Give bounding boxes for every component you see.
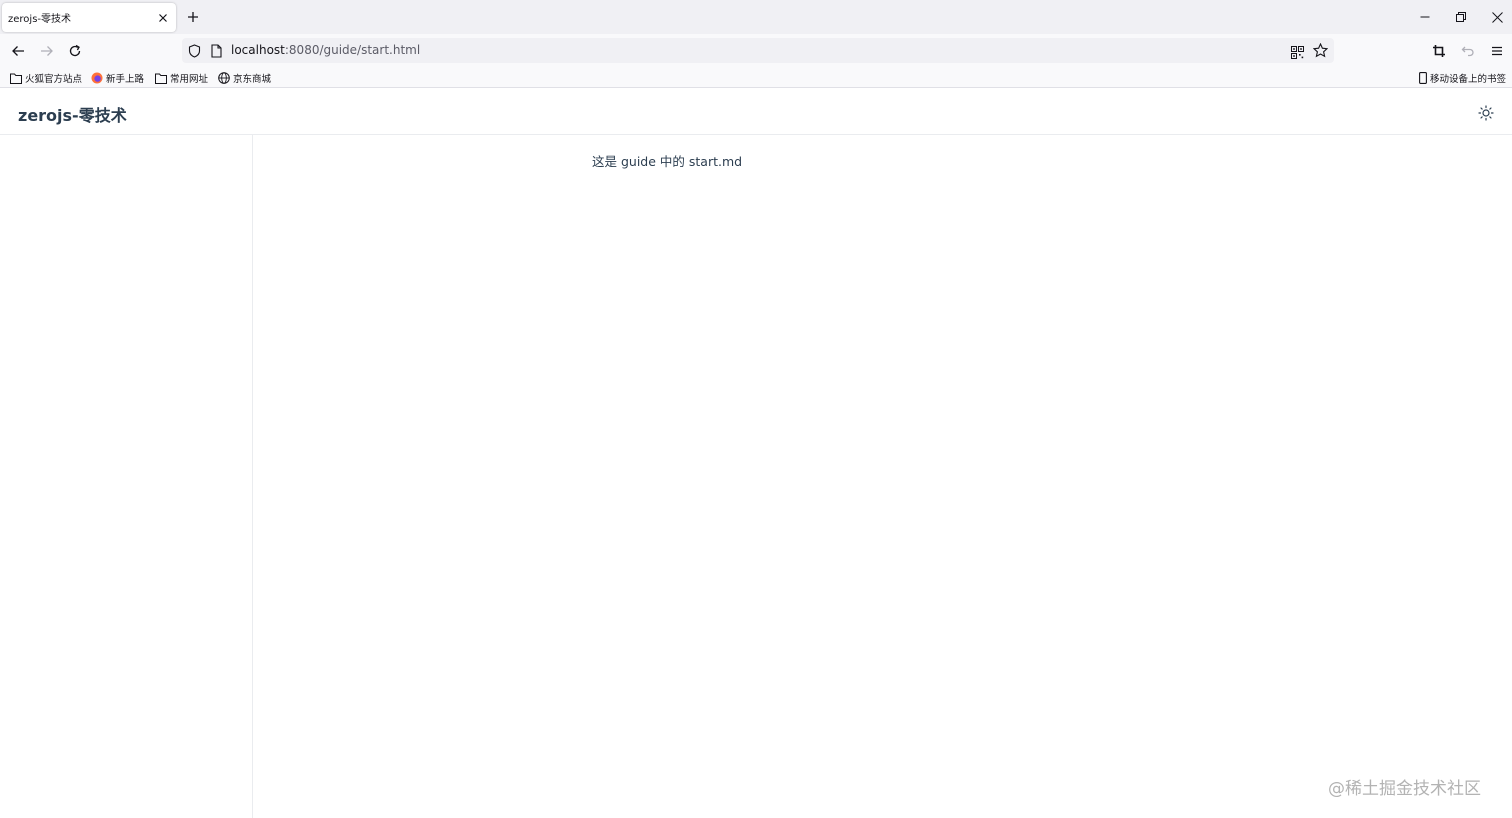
sidebar [0, 135, 253, 818]
mobile-bookmarks-label: 移动设备上的书签 [1430, 74, 1507, 85]
url-bar[interactable]: localhost:8080/guide/start.html [182, 38, 1334, 63]
site-navbar: zerojs-零技术 [0, 89, 1512, 135]
bookmark-item[interactable]: 常用网址 [155, 70, 208, 86]
bookmark-item[interactable]: 新手上路 [91, 70, 144, 86]
mobile-bookmarks[interactable]: 移动设备上的书签 [1419, 70, 1506, 86]
globe-icon [218, 72, 230, 84]
watermark: @稀土掘金技术社区 [1328, 779, 1481, 799]
page-content-text: 这是 guide 中的 start.md [592, 154, 743, 169]
sun-icon[interactable] [1474, 101, 1498, 125]
close-window-icon[interactable] [1479, 0, 1512, 34]
screenshot-crop-icon[interactable] [1426, 38, 1452, 64]
bookmark-label: 新手上路 [106, 74, 145, 85]
browser-tab[interactable]: zerojs-零技术 [2, 3, 176, 32]
site-title[interactable]: zerojs-零技术 [18, 102, 127, 126]
folder-icon [10, 73, 22, 84]
firefox-icon [91, 72, 103, 84]
back-icon[interactable] [5, 38, 31, 64]
bookmark-item[interactable]: 火狐官方站点 [10, 70, 82, 86]
restore-icon[interactable] [1443, 0, 1479, 34]
bookmark-label: 火狐官方站点 [25, 74, 83, 85]
url-text[interactable]: localhost:8080/guide/start.html [231, 43, 420, 57]
tab-strip: zerojs-零技术 [0, 0, 1512, 34]
url-path: :8080/guide/start.html [284, 43, 421, 57]
bookmark-star-icon[interactable] [1312, 42, 1329, 62]
reload-icon[interactable] [62, 38, 88, 64]
new-tab-icon[interactable] [182, 6, 204, 28]
minimize-icon[interactable] [1407, 0, 1443, 34]
tab-title: zerojs-零技术 [8, 14, 72, 25]
url-host: localhost [231, 43, 285, 57]
forward-icon[interactable] [34, 38, 60, 64]
menu-icon[interactable] [1484, 38, 1510, 64]
undo-icon[interactable] [1455, 38, 1481, 64]
bookmarks-toolbar: 火狐官方站点 新手上路 常用网址 京东商城 移动设备上的书签 [0, 67, 1512, 88]
close-tab-icon[interactable] [153, 8, 173, 28]
page-info-icon[interactable] [211, 43, 222, 62]
bookmark-item[interactable]: 京东商城 [218, 70, 271, 86]
bookmark-label: 常用网址 [170, 74, 209, 85]
folder-icon [155, 73, 167, 84]
qr-code-icon[interactable] [1291, 44, 1304, 63]
mobile-icon [1419, 72, 1427, 84]
bookmark-label: 京东商城 [233, 74, 272, 85]
tracking-protection-shield-icon[interactable] [188, 43, 201, 62]
